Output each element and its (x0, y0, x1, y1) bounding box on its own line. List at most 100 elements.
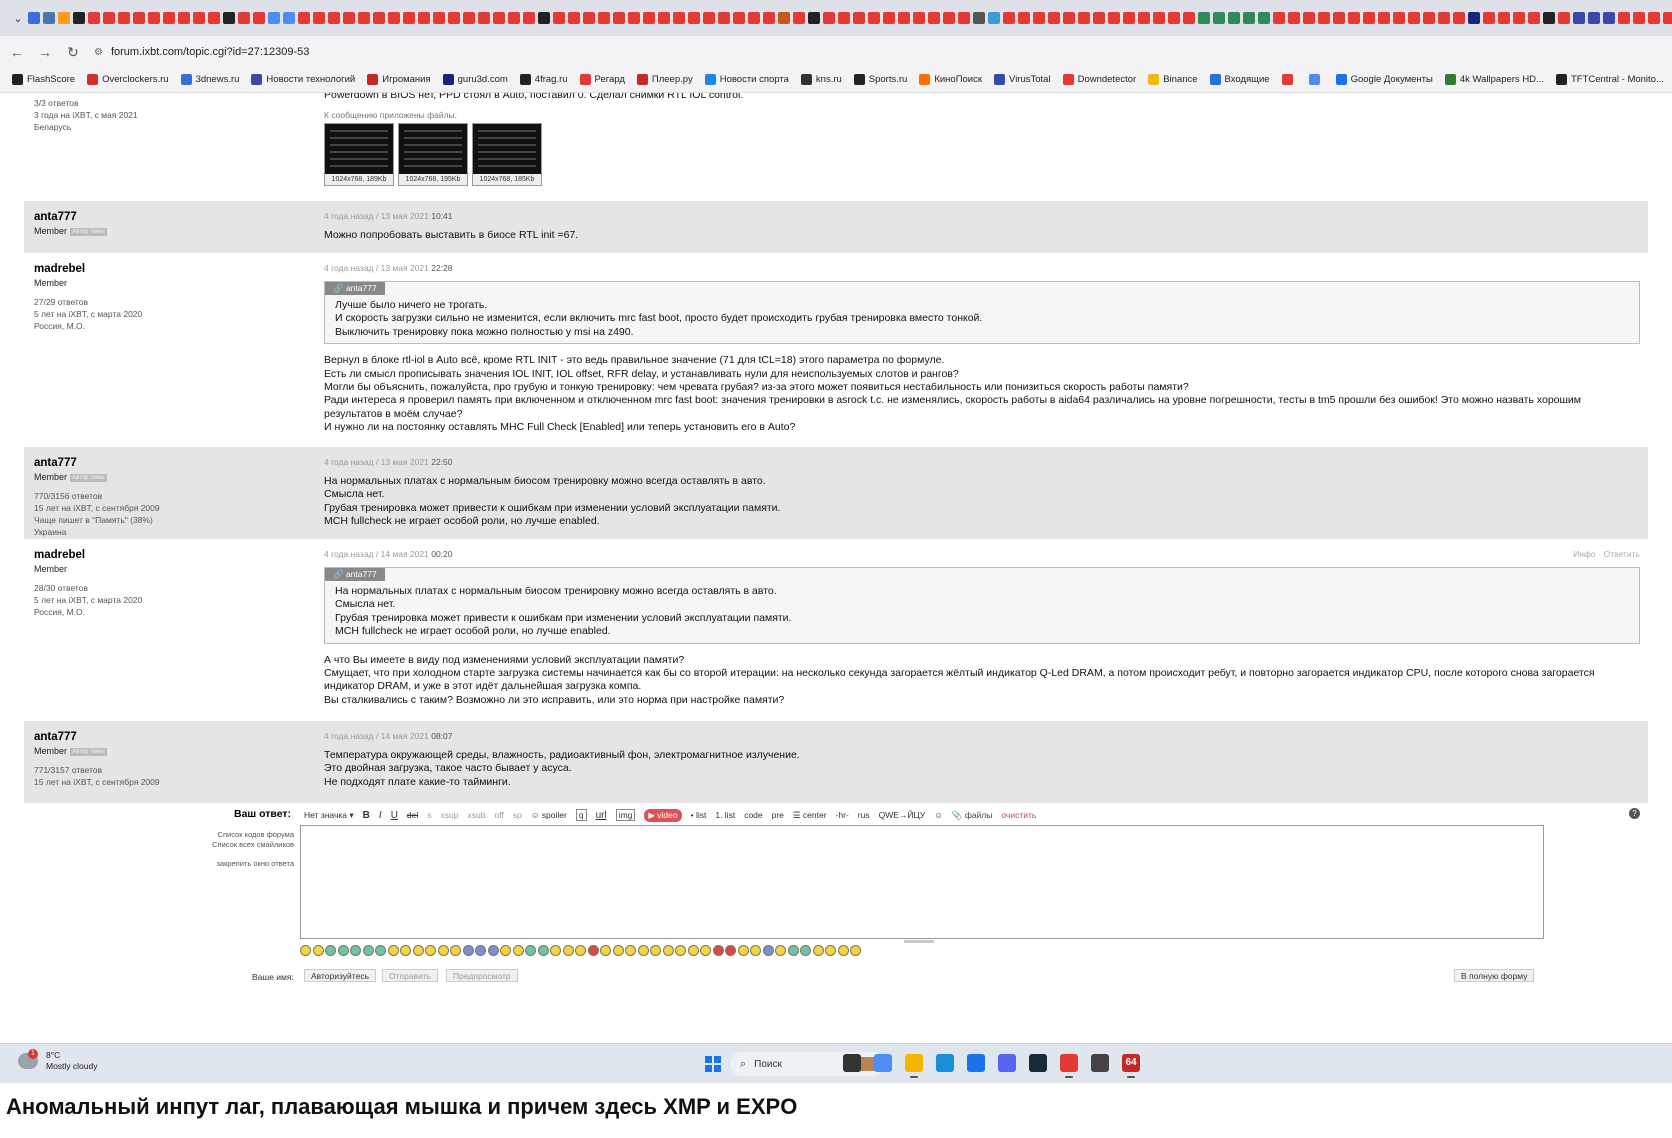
tab-favicon-icon[interactable] (808, 12, 820, 24)
tab-favicon-icon[interactable] (538, 12, 550, 24)
edge-app-icon[interactable] (936, 1054, 954, 1072)
smiley-icon[interactable] (362, 945, 374, 956)
info-link[interactable]: Инфо (1573, 549, 1596, 559)
smiley-icon[interactable] (512, 945, 524, 956)
smiley-icon[interactable] (837, 945, 849, 956)
tab-favicon-icon[interactable] (448, 12, 460, 24)
smiley-icon[interactable] (437, 945, 449, 956)
tab-favicon-icon[interactable] (868, 12, 880, 24)
bookmark-item[interactable]: Downdetector (1062, 73, 1136, 85)
windows-start-icon[interactable] (705, 1056, 721, 1072)
bookmark-item[interactable]: Sports.ru (853, 73, 907, 85)
attachment-image[interactable] (399, 124, 467, 175)
tab-favicon-icon[interactable] (763, 12, 775, 24)
smiley-icon[interactable] (325, 945, 336, 956)
weather-widget[interactable]: 1 8°C Mostly cloudy (18, 1049, 98, 1072)
tab-favicon-icon[interactable] (1138, 12, 1150, 24)
tab-favicon-icon[interactable] (418, 12, 430, 24)
tab-favicon-icon[interactable] (883, 12, 895, 24)
tab-favicon-icon[interactable] (1648, 12, 1660, 24)
smiley-icon[interactable] (350, 945, 361, 956)
spoiler-button[interactable]: ☺ spoiler (531, 810, 567, 820)
tab-favicon-icon[interactable] (148, 12, 160, 24)
smiley-icon[interactable] (387, 945, 399, 956)
steam-app-icon[interactable] (1029, 1054, 1047, 1072)
bookmark-item[interactable]: TFTCentral - Monito... (1555, 73, 1664, 85)
tab-favicon-icon[interactable] (373, 12, 385, 24)
tab-favicon-icon[interactable] (1168, 12, 1180, 24)
tab-favicon-icon[interactable] (598, 12, 610, 24)
tab-favicon-icon[interactable] (1438, 12, 1450, 24)
tab-favicon-icon[interactable] (1123, 12, 1135, 24)
smiley-button[interactable]: ☺ (934, 810, 943, 820)
bookmark-item[interactable]: Google Документы (1335, 73, 1433, 85)
tab-favicon-icon[interactable] (1573, 12, 1585, 24)
smiley-icon[interactable] (800, 945, 811, 956)
tab-favicon-icon[interactable] (508, 12, 520, 24)
attachment-thumbnail[interactable]: 1024x768, 189Kb (324, 123, 394, 187)
tab-favicon-icon[interactable] (1288, 12, 1300, 24)
smiley-icon[interactable] (637, 945, 649, 956)
author-name[interactable]: anta777 (34, 457, 314, 469)
bookmark-item[interactable]: guru3d.com (442, 73, 508, 85)
tab-favicon-icon[interactable] (553, 12, 565, 24)
tab-favicon-icon[interactable] (58, 12, 70, 24)
tab-favicon-icon[interactable] (1213, 12, 1225, 24)
smiley-icon[interactable] (562, 945, 574, 956)
tab-favicon-icon[interactable] (1348, 12, 1360, 24)
off-button[interactable]: off (494, 810, 503, 820)
tab-favicon-icon[interactable] (958, 12, 970, 24)
tab-favicon-icon[interactable] (163, 12, 175, 24)
smiley-icon[interactable] (312, 945, 324, 956)
tab-favicon-icon[interactable] (1063, 12, 1075, 24)
tab-favicon-icon[interactable] (1588, 12, 1600, 24)
tab-favicon-icon[interactable] (1663, 12, 1672, 24)
bookmark-item[interactable]: FlashScore (12, 73, 75, 85)
smiley-icon[interactable] (725, 945, 736, 956)
author-name[interactable]: madrebel (34, 263, 314, 275)
tab-favicon-icon[interactable] (1243, 12, 1255, 24)
smiley-icon[interactable] (537, 945, 549, 956)
smiley-icon[interactable] (787, 945, 799, 956)
tab-favicon-icon[interactable] (613, 12, 625, 24)
numbered-list-button[interactable]: 1. list (715, 810, 735, 820)
tab-favicon-icon[interactable] (1153, 12, 1165, 24)
tab-favicon-icon[interactable] (1333, 12, 1345, 24)
bullet-list-button[interactable]: • list (691, 810, 707, 820)
bookmark-item[interactable]: Плеер.ру (636, 73, 693, 85)
smiley-icon[interactable] (462, 945, 474, 956)
tab-favicon-icon[interactable] (1183, 12, 1195, 24)
tab-favicon-icon[interactable] (1528, 12, 1540, 24)
bold-button[interactable]: B (363, 810, 370, 821)
resize-handle[interactable] (904, 940, 934, 943)
tab-favicon-icon[interactable] (928, 12, 940, 24)
help-icon[interactable]: ? (1629, 808, 1640, 819)
tab-favicon-icon[interactable] (1303, 12, 1315, 24)
preview-button[interactable]: Предпросмотр (446, 969, 518, 982)
tab-favicon-icon[interactable] (1468, 12, 1480, 24)
bookmark-item[interactable]: КиноПоиск (919, 73, 982, 85)
translit-button[interactable]: QWE→ЙЦУ (879, 810, 926, 820)
tab-favicon-icon[interactable] (1228, 12, 1240, 24)
tab-favicon-icon[interactable] (28, 12, 40, 24)
smiley-icon[interactable] (450, 945, 461, 956)
tab-favicon-icon[interactable] (688, 12, 700, 24)
smiley-icon[interactable] (300, 945, 311, 956)
tab-favicon-icon[interactable] (463, 12, 475, 24)
tab-favicon-icon[interactable] (1003, 12, 1015, 24)
video-button[interactable]: ▶ video (644, 808, 682, 822)
smiley-icon[interactable] (412, 945, 424, 956)
smiley-icon[interactable] (337, 945, 349, 956)
smiley-icon[interactable] (487, 945, 499, 956)
bookmark-item[interactable]: VirusTotal (994, 73, 1051, 85)
attachment-thumbnail[interactable]: 1024x768, 185Kb (472, 123, 542, 187)
smiley-icon[interactable] (737, 945, 749, 956)
send-button[interactable]: Отправить (382, 969, 439, 982)
bookmark-item[interactable] (1281, 73, 1297, 85)
bookmark-item[interactable]: 4frag.ru (519, 73, 568, 85)
tab-favicon-icon[interactable] (358, 12, 370, 24)
rus-button[interactable]: rus (858, 810, 870, 820)
reload-icon[interactable]: ↻ (62, 41, 84, 63)
tab-favicon-icon[interactable] (118, 12, 130, 24)
tab-favicon-icon[interactable] (73, 12, 85, 24)
